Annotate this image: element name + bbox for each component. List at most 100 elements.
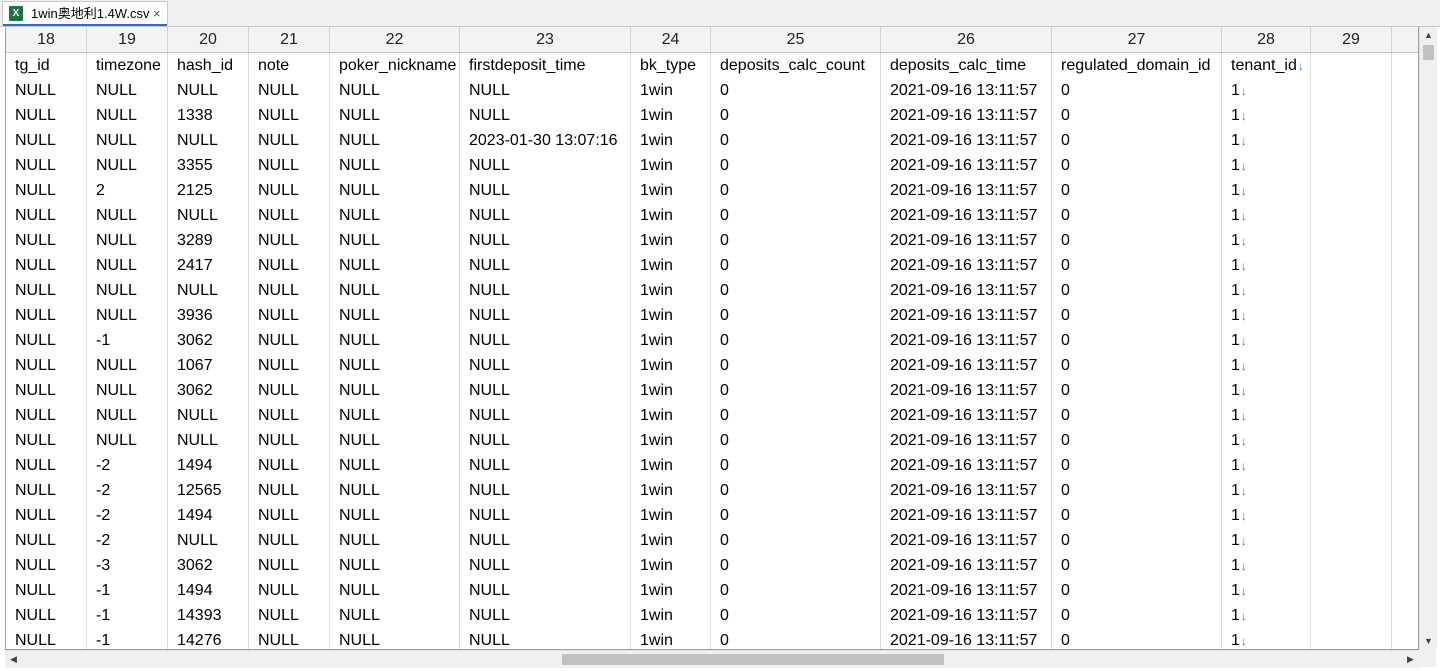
table-cell[interactable]: NULL <box>6 328 87 353</box>
table-cell[interactable]: NULL <box>87 78 168 103</box>
table-cell[interactable]: NULL <box>6 478 87 503</box>
table-cell[interactable]: NULL <box>6 578 87 603</box>
table-cell[interactable]: 1win <box>631 353 711 378</box>
table-cell[interactable]: 1↓ <box>1222 278 1311 303</box>
table-cell[interactable]: 0 <box>711 528 881 553</box>
table-cell[interactable]: 0 <box>1052 478 1222 503</box>
table-cell[interactable]: NULL <box>6 278 87 303</box>
table-cell[interactable]: 2021-09-16 13:11:57 <box>881 178 1052 203</box>
column-number-28[interactable]: 28 <box>1222 27 1311 52</box>
table-cell[interactable]: NULL <box>460 303 631 328</box>
scroll-down-icon[interactable]: ▼ <box>1420 633 1437 650</box>
table-cell[interactable]: NULL <box>6 553 87 578</box>
table-cell[interactable]: NULL <box>168 128 249 153</box>
field-name-cell[interactable]: tenant_id↓ <box>1222 53 1311 78</box>
table-cell[interactable]: NULL <box>460 478 631 503</box>
scroll-left-icon[interactable]: ◀ <box>5 651 22 668</box>
table-cell[interactable]: NULL <box>6 178 87 203</box>
table-cell[interactable]: 0 <box>711 278 881 303</box>
table-cell[interactable]: NULL <box>460 78 631 103</box>
table-cell[interactable]: 0 <box>1052 578 1222 603</box>
table-cell[interactable] <box>1311 528 1392 553</box>
table-cell[interactable] <box>1311 128 1392 153</box>
table-cell[interactable]: NULL <box>330 503 460 528</box>
table-cell[interactable]: 0 <box>1052 153 1222 178</box>
table-cell[interactable]: NULL <box>6 128 87 153</box>
table-cell[interactable]: 1↓ <box>1222 428 1311 453</box>
field-name-cell[interactable]: note <box>249 53 330 78</box>
table-cell[interactable]: -1 <box>87 578 168 603</box>
table-cell[interactable]: 1↓ <box>1222 228 1311 253</box>
table-cell[interactable]: 1↓ <box>1222 153 1311 178</box>
table-cell[interactable]: NULL <box>87 128 168 153</box>
table-cell[interactable]: 0 <box>711 103 881 128</box>
table-cell[interactable]: NULL <box>6 528 87 553</box>
table-cell[interactable]: 0 <box>711 403 881 428</box>
table-cell[interactable]: NULL <box>330 378 460 403</box>
table-cell[interactable] <box>1311 253 1392 278</box>
table-cell[interactable]: 3062 <box>168 553 249 578</box>
table-cell[interactable]: NULL <box>249 328 330 353</box>
table-cell[interactable]: 1win <box>631 628 711 649</box>
table-cell[interactable]: 1win <box>631 78 711 103</box>
table-cell[interactable]: 1↓ <box>1222 128 1311 153</box>
table-cell[interactable]: NULL <box>460 578 631 603</box>
table-cell[interactable]: 1win <box>631 528 711 553</box>
table-cell[interactable]: NULL <box>460 603 631 628</box>
table-cell[interactable]: 1494 <box>168 503 249 528</box>
table-cell[interactable]: 1win <box>631 553 711 578</box>
table-cell[interactable]: 0 <box>1052 603 1222 628</box>
table-cell[interactable]: 12565 <box>168 478 249 503</box>
column-number-19[interactable]: 19 <box>87 27 168 52</box>
table-cell[interactable]: 0 <box>711 553 881 578</box>
table-cell[interactable] <box>1311 78 1392 103</box>
table-cell[interactable]: NULL <box>87 353 168 378</box>
table-cell[interactable]: NULL <box>330 328 460 353</box>
table-cell[interactable]: NULL <box>460 378 631 403</box>
table-cell[interactable]: NULL <box>249 628 330 649</box>
table-cell[interactable] <box>1311 103 1392 128</box>
table-cell[interactable]: NULL <box>330 278 460 303</box>
table-cell[interactable]: 1494 <box>168 453 249 478</box>
table-cell[interactable]: 3355 <box>168 153 249 178</box>
spreadsheet-grid[interactable]: 18 19 20 21 22 23 24 25 26 27 28 29 tg_id timezone ha… <box>5 27 1419 650</box>
table-cell[interactable] <box>1311 303 1392 328</box>
table-cell[interactable]: NULL <box>6 228 87 253</box>
table-cell[interactable]: NULL <box>460 203 631 228</box>
table-cell[interactable]: NULL <box>249 403 330 428</box>
table-cell[interactable]: NULL <box>460 528 631 553</box>
column-number-29[interactable]: 29 <box>1311 27 1392 52</box>
table-cell[interactable]: 0 <box>711 603 881 628</box>
table-cell[interactable] <box>1311 453 1392 478</box>
table-cell[interactable]: NULL <box>460 153 631 178</box>
table-cell[interactable]: 1win <box>631 503 711 528</box>
table-cell[interactable]: 0 <box>711 228 881 253</box>
table-cell[interactable]: NULL <box>330 153 460 178</box>
table-cell[interactable]: 1win <box>631 178 711 203</box>
table-cell[interactable]: NULL <box>330 78 460 103</box>
field-name-cell[interactable]: poker_nickname <box>330 53 460 78</box>
table-cell[interactable]: NULL <box>460 103 631 128</box>
table-cell[interactable]: -1 <box>87 328 168 353</box>
table-cell[interactable]: 1↓ <box>1222 603 1311 628</box>
table-cell[interactable]: NULL <box>249 353 330 378</box>
scroll-right-icon[interactable]: ▶ <box>1402 651 1419 668</box>
table-cell[interactable]: 2021-09-16 13:11:57 <box>881 478 1052 503</box>
table-cell[interactable]: 0 <box>1052 503 1222 528</box>
table-cell[interactable]: 1win <box>631 228 711 253</box>
table-cell[interactable]: NULL <box>249 203 330 228</box>
table-cell[interactable]: NULL <box>460 503 631 528</box>
table-cell[interactable]: 0 <box>711 78 881 103</box>
table-cell[interactable]: NULL <box>6 203 87 228</box>
table-cell[interactable]: 3936 <box>168 303 249 328</box>
table-cell[interactable]: NULL <box>249 153 330 178</box>
table-cell[interactable]: NULL <box>6 303 87 328</box>
table-cell[interactable]: 2021-09-16 13:11:57 <box>881 578 1052 603</box>
table-cell[interactable]: NULL <box>168 428 249 453</box>
table-cell[interactable]: NULL <box>249 303 330 328</box>
table-cell[interactable]: NULL <box>330 578 460 603</box>
table-cell[interactable]: NULL <box>330 253 460 278</box>
table-cell[interactable]: 2021-09-16 13:11:57 <box>881 128 1052 153</box>
table-cell[interactable] <box>1311 153 1392 178</box>
table-cell[interactable]: NULL <box>87 103 168 128</box>
